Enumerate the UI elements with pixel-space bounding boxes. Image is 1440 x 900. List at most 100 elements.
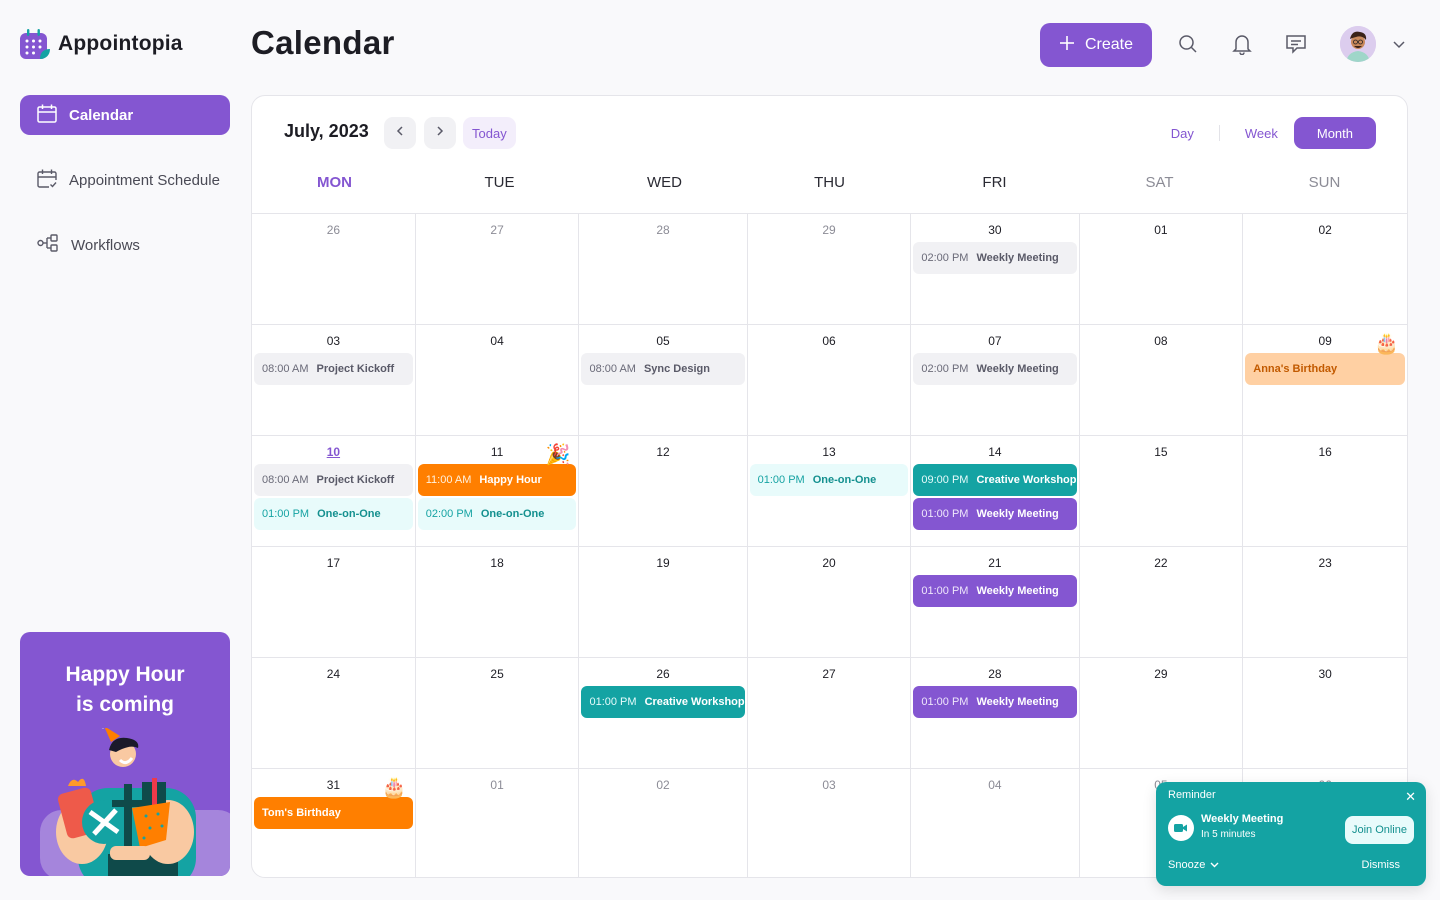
day-cell[interactable]: 30: [1243, 658, 1407, 769]
calendar-event[interactable]: 02:00 PM Weekly Meeting: [913, 353, 1077, 385]
search-icon[interactable]: [1176, 32, 1200, 56]
view-week-button[interactable]: Week: [1229, 117, 1294, 149]
bell-icon[interactable]: [1230, 32, 1254, 56]
day-cell[interactable]: 30 02:00 PM Weekly Meeting: [911, 214, 1080, 325]
create-button[interactable]: Create: [1040, 23, 1152, 67]
calendar-event[interactable]: 08:00 AM Project Kickoff: [254, 464, 413, 496]
chevron-down-icon[interactable]: [1392, 36, 1406, 54]
day-number: 05: [656, 334, 670, 348]
message-icon[interactable]: [1284, 32, 1308, 56]
day-cell[interactable]: 23: [1243, 547, 1407, 658]
day-cell[interactable]: 20: [747, 547, 912, 658]
day-cell[interactable]: 18: [415, 547, 580, 658]
day-cell[interactable]: 01: [416, 769, 580, 877]
day-cell[interactable]: 22: [1079, 547, 1244, 658]
event-time: 01:00 PM: [921, 585, 969, 597]
day-cell[interactable]: 03 08:00 AM Project Kickoff: [252, 325, 416, 436]
day-cell[interactable]: 24: [252, 658, 416, 769]
day-cell[interactable]: 13 01:00 PM One-on-One: [747, 436, 912, 547]
day-number: 17: [326, 556, 341, 570]
day-cell[interactable]: 02: [579, 769, 748, 877]
day-cell[interactable]: 28 01:00 PM Weekly Meeting: [911, 658, 1080, 769]
event-title: Creative Workshop: [644, 696, 745, 708]
day-cell[interactable]: 16: [1243, 436, 1407, 547]
day-cell[interactable]: 04: [911, 769, 1080, 877]
previous-month-button[interactable]: [384, 117, 416, 149]
day-cell[interactable]: 09 🎂 Anna's Birthday: [1243, 325, 1407, 436]
day-cell[interactable]: 19: [579, 547, 748, 658]
calendar-event[interactable]: 01:00 PM One-on-One: [749, 464, 909, 496]
user-avatar[interactable]: [1340, 26, 1376, 62]
day-number: 14: [988, 445, 1002, 459]
weekday-header: SAT: [1145, 174, 1174, 191]
day-cell[interactable]: 02: [1243, 214, 1407, 325]
event-title: Project Kickoff: [316, 474, 395, 486]
calendar-event[interactable]: 01:00 PM Weekly Meeting: [913, 498, 1077, 530]
event-time: 02:00 PM: [921, 363, 969, 375]
day-cell[interactable]: 15: [1079, 436, 1244, 547]
day-cell[interactable]: 17: [252, 547, 416, 658]
day-cell[interactable]: 29: [747, 214, 912, 325]
day-cell[interactable]: 08: [1079, 325, 1244, 436]
reminder-title: Weekly Meeting: [1201, 813, 1284, 825]
calendar-event[interactable]: 08:00 AM Project Kickoff: [254, 353, 413, 385]
day-cell[interactable]: 21 01:00 PM Weekly Meeting: [911, 547, 1080, 658]
sidebar-item-calendar[interactable]: Calendar: [20, 95, 230, 135]
weekday-header-row: MON TUE WED THU FRI SAT SUN: [252, 174, 1407, 191]
day-number: 27: [822, 667, 836, 681]
day-cell[interactable]: 14 09:00 PM Creative Workshop 01:00 PM Weekl…: [911, 436, 1080, 547]
day-cell[interactable]: 05 08:00 AM Sync Design: [579, 325, 748, 436]
calendar-event[interactable]: 01:00 PM Weekly Meeting: [913, 575, 1077, 607]
calendar-event[interactable]: 09:00 PM Creative Workshop: [913, 464, 1077, 496]
calendar-event[interactable]: 11:00 AM Happy Hour: [417, 464, 577, 496]
day-cell[interactable]: 04: [415, 325, 580, 436]
calendar-event[interactable]: Tom's Birthday: [254, 797, 413, 829]
day-cell[interactable]: 27: [747, 658, 912, 769]
calendar-event[interactable]: 02:00 PM One-on-One: [417, 498, 577, 530]
dismiss-button[interactable]: Dismiss: [1362, 859, 1401, 871]
sidebar-nav: Calendar Appointment Schedule Workflows: [20, 95, 230, 290]
day-cell[interactable]: 26 01:00 PM Creative Workshop: [579, 658, 748, 769]
day-cell[interactable]: 01: [1079, 214, 1244, 325]
day-cell[interactable]: 29: [1079, 658, 1244, 769]
next-month-button[interactable]: [424, 117, 456, 149]
today-button[interactable]: Today: [463, 117, 516, 149]
day-cell[interactable]: 03: [748, 769, 912, 877]
sidebar-item-workflows[interactable]: Workflows: [20, 225, 230, 265]
happy-hour-promo-card[interactable]: Happy Hour is coming: [20, 632, 230, 876]
day-number: 22: [1154, 556, 1168, 570]
calendar-event[interactable]: 01:00 PM One-on-One: [254, 498, 413, 530]
close-icon[interactable]: ✕: [1405, 789, 1416, 805]
day-cell[interactable]: 26: [252, 214, 416, 325]
event-time: 08:00 AM: [262, 474, 309, 486]
calendar-event[interactable]: Anna's Birthday: [1245, 353, 1405, 385]
calendar-icon: [37, 104, 57, 127]
day-cell[interactable]: 31 🎂 Tom's Birthday: [252, 769, 416, 877]
event-title: Sync Design: [643, 363, 710, 375]
day-cell[interactable]: 06: [747, 325, 912, 436]
calendar-event[interactable]: 02:00 PM Weekly Meeting: [913, 242, 1077, 274]
sidebar-item-appointment-schedule[interactable]: Appointment Schedule: [20, 160, 230, 200]
calendar-event[interactable]: 01:00 PM Weekly Meeting: [913, 686, 1077, 718]
calendar-event[interactable]: 01:00 PM Creative Workshop: [581, 686, 745, 718]
day-cell[interactable]: 12: [579, 436, 748, 547]
day-cell[interactable]: 28: [579, 214, 748, 325]
snooze-dropdown[interactable]: Snooze: [1168, 859, 1219, 871]
view-month-button[interactable]: Month: [1293, 117, 1376, 149]
day-cell[interactable]: 10 08:00 AM Project Kickoff 01:00 PM One-on-…: [252, 436, 416, 547]
day-number: 13: [822, 445, 836, 459]
day-cell[interactable]: 25: [415, 658, 580, 769]
calendar-event[interactable]: 08:00 AM Sync Design: [581, 353, 745, 385]
day-cell[interactable]: 11 🎉 11:00 AM Happy Hour 02:00 PM One-on-One: [415, 436, 580, 547]
day-number: 10: [326, 445, 341, 459]
day-number: 01: [490, 778, 504, 792]
workflow-icon: [37, 234, 59, 256]
join-online-button[interactable]: Join Online: [1344, 816, 1414, 844]
day-cell[interactable]: 27: [415, 214, 580, 325]
event-title: Creative Workshop: [976, 474, 1077, 486]
day-number: 16: [1318, 445, 1332, 459]
view-day-button[interactable]: Day: [1155, 117, 1210, 149]
event-title: One-on-One: [812, 474, 877, 486]
day-cell[interactable]: 07 02:00 PM Weekly Meeting: [911, 325, 1080, 436]
app-logo[interactable]: Appointopia: [20, 28, 183, 60]
